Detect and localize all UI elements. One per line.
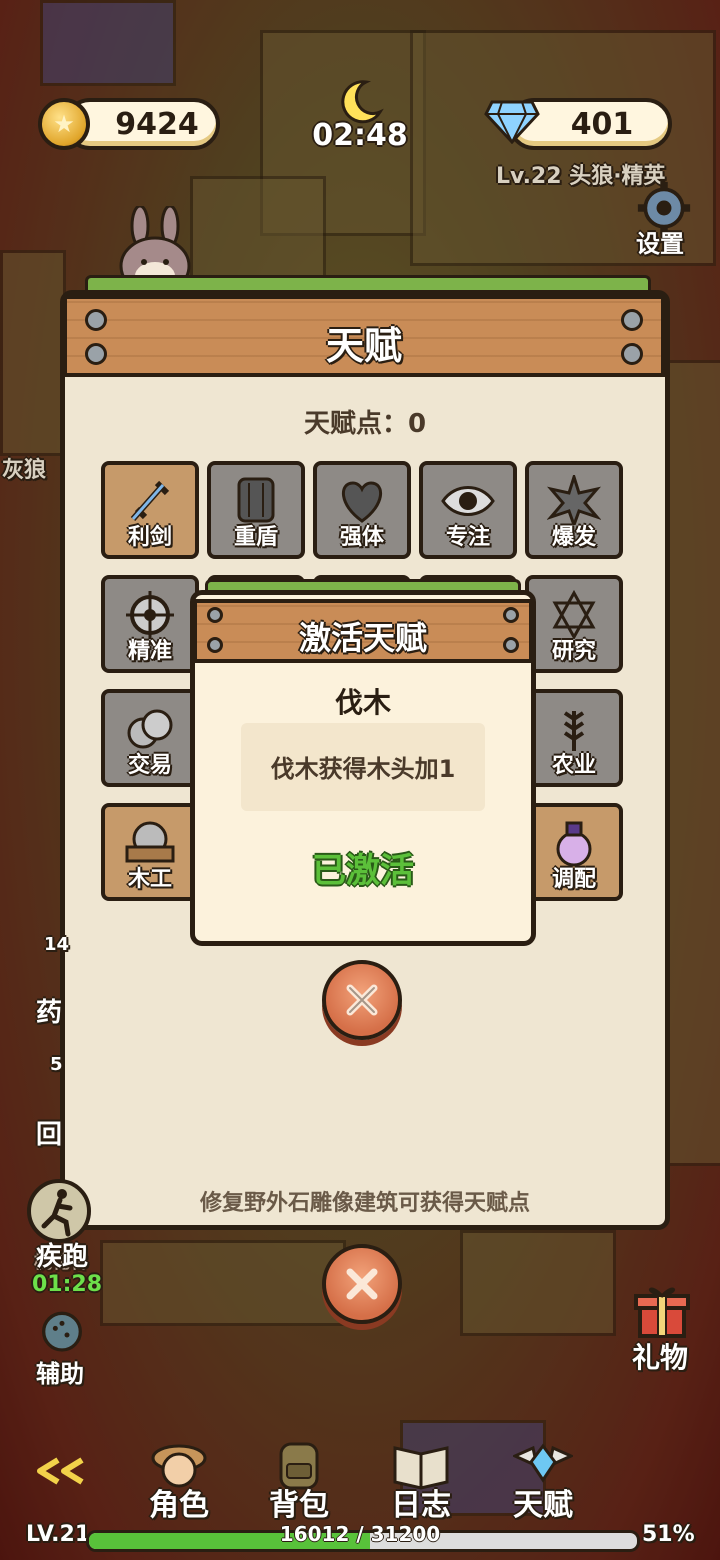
day-clock: 02:48 xyxy=(312,118,408,153)
talent-tile[interactable]: 专注 xyxy=(419,461,517,559)
talent-description: 伐木获得木头加1 xyxy=(270,755,456,783)
gift-icon xyxy=(634,1287,690,1338)
crosshair-icon xyxy=(126,591,174,639)
collapse-arrows-icon[interactable] xyxy=(30,1456,90,1486)
wheat-icon xyxy=(563,711,585,751)
nav-talent[interactable]: 天赋 xyxy=(488,1436,598,1523)
recover-count: 5 xyxy=(50,1054,63,1075)
talent-hint: 修复野外石雕像建筑可获得天赋点 xyxy=(199,1191,530,1216)
shield-icon xyxy=(237,477,275,523)
talent-tile-label: 精准 xyxy=(127,639,172,664)
gem-value: 401 xyxy=(570,106,634,142)
panel-grass-decoration xyxy=(85,275,651,290)
talent-panel-header: 天赋 xyxy=(63,295,665,377)
settings-button[interactable]: 设置 xyxy=(630,180,700,258)
talent-tile-label: 专注 xyxy=(445,525,490,550)
assist-icon xyxy=(42,1311,82,1352)
player-level: LV.21 xyxy=(26,1522,91,1547)
nav-talent-label: 天赋 xyxy=(513,1488,573,1523)
sword-icon xyxy=(130,480,170,521)
nav-character[interactable]: 角色 xyxy=(124,1436,234,1523)
heart-icon xyxy=(341,481,383,523)
talent-tile[interactable]: 调配 xyxy=(525,803,623,901)
talent-tile[interactable]: 爆发 xyxy=(525,461,623,559)
sprint-button[interactable]: 桃花谷 疾跑 01:28 xyxy=(24,1176,104,1297)
close-talent-panel-button[interactable] xyxy=(322,1244,402,1324)
xp-percent: 51% xyxy=(642,1522,695,1547)
talent-tile[interactable]: 研究 xyxy=(525,575,623,673)
gift-button[interactable]: 礼物 xyxy=(628,1280,698,1376)
talent-tile-label: 调配 xyxy=(551,867,596,892)
close-dialog-button[interactable] xyxy=(322,960,402,1040)
settings-label: 设置 xyxy=(636,230,684,258)
dialog-grass-decoration xyxy=(205,579,521,590)
coin-icon: ★ xyxy=(38,98,90,150)
potion-slot[interactable]: 14 药 xyxy=(26,934,70,1028)
nav-character-label: 角色 xyxy=(149,1488,209,1523)
burst-icon xyxy=(547,475,601,525)
close-icon xyxy=(346,1268,378,1300)
eye-icon xyxy=(441,486,495,516)
talent-tile[interactable]: 木工 xyxy=(101,803,199,901)
assist-button[interactable]: 辅助 xyxy=(30,1310,100,1388)
xp-text: 16012 / 31200 xyxy=(279,1522,441,1546)
talent-tile[interactable]: 精准 xyxy=(101,575,199,673)
activate-talent-title: 激活天赋 xyxy=(298,619,427,657)
diamond-icon xyxy=(484,100,540,144)
talent-tile-label: 研究 xyxy=(551,639,596,664)
talent-panel-title: 天赋 xyxy=(325,324,402,368)
talent-tile[interactable]: 交易 xyxy=(101,689,199,787)
talent-tile-label: 交易 xyxy=(127,753,172,778)
talent-status: 已激活 xyxy=(312,851,414,891)
talent-tile-label: 重盾 xyxy=(233,525,278,550)
talent-tile-label: 木工 xyxy=(127,867,172,892)
talent-tile[interactable]: 重盾 xyxy=(207,461,305,559)
gift-label: 礼物 xyxy=(632,1341,689,1374)
talent-tile-label: 强体 xyxy=(339,525,384,550)
potion-count: 14 xyxy=(44,934,70,955)
coins-icon xyxy=(127,709,173,749)
recover-slot[interactable]: 5 回 xyxy=(26,1054,66,1150)
recover-label: 回 xyxy=(36,1120,63,1150)
talent-tile[interactable]: 农业 xyxy=(525,689,623,787)
talent-tile[interactable]: 强体 xyxy=(313,461,411,559)
close-icon xyxy=(346,984,378,1016)
nav-journal-label: 日志 xyxy=(391,1488,451,1523)
sprint-timer: 01:28 xyxy=(32,1272,103,1297)
potion-icon xyxy=(556,821,592,867)
talent-points: 天赋点：0 xyxy=(303,409,427,439)
nav-backpack[interactable]: 背包 xyxy=(244,1436,354,1523)
coin-value: 9424 xyxy=(115,106,199,142)
activate-talent-dialog: 激活天赋 伐木 伐木获得木头加1 已激活 xyxy=(190,579,536,946)
potion-label: 药 xyxy=(36,998,63,1028)
talent-tile[interactable]: 利剑 xyxy=(101,461,199,559)
nav-backpack-label: 背包 xyxy=(269,1488,329,1523)
nav-journal[interactable]: 日志 xyxy=(366,1436,476,1523)
talent-tile-label: 农业 xyxy=(551,753,596,778)
enemy-wolf-label: 灰狼 xyxy=(2,458,47,483)
activate-talent-header: 激活天赋 xyxy=(193,599,533,663)
assist-label: 辅助 xyxy=(36,1360,84,1388)
talent-tile-label: 利剑 xyxy=(127,525,172,550)
talent-tile-label: 爆发 xyxy=(551,525,596,550)
saw-icon xyxy=(125,821,175,863)
sprint-label: 疾跑 xyxy=(36,1242,89,1272)
star-icon xyxy=(552,589,596,639)
talent-name: 伐木 xyxy=(334,686,391,719)
